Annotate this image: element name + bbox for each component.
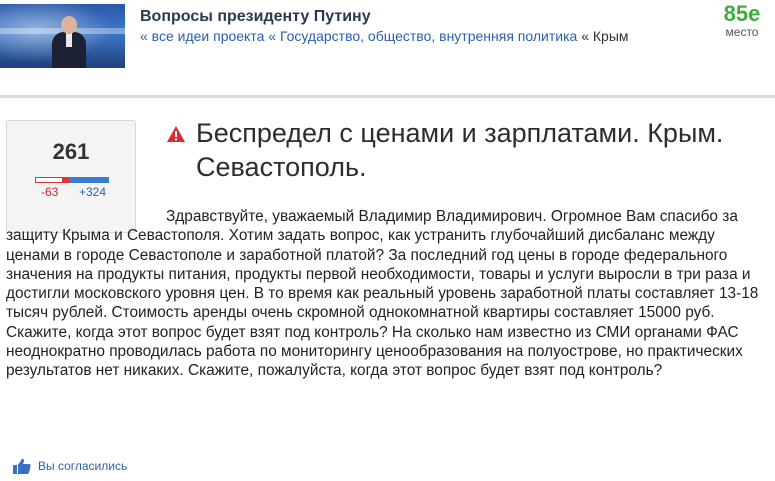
agree-button[interactable]: Вы согласились — [12, 457, 127, 475]
vote-ratio-bar — [35, 177, 109, 183]
breadcrumb: « все идеи проекта « Государство, общест… — [140, 28, 629, 44]
project-title[interactable]: Вопросы президенту Путину — [140, 8, 371, 26]
project-thumbnail[interactable] — [0, 4, 125, 68]
rank-badge: 85е место — [717, 1, 767, 39]
vote-score: 261 — [52, 139, 90, 164]
vote-negative-count: -63 — [41, 185, 59, 199]
rank-value: 85е — [723, 1, 761, 26]
idea-title: Беспредел с ценами и зарплатами. Крым. С… — [196, 118, 724, 182]
vote-positive-count: +324 — [79, 185, 107, 199]
vote-positive-bar[interactable] — [69, 177, 109, 183]
breadcrumb-current: « Крым — [581, 28, 629, 44]
header-divider — [0, 95, 775, 98]
thumbs-up-icon — [13, 458, 31, 474]
warning-icon — [167, 126, 185, 142]
rank-label: место — [725, 25, 759, 39]
thumbnail-person — [52, 16, 86, 68]
idea-body-text: Здравствуйте, уважаемый Владимир Владими… — [6, 208, 759, 380]
idea-body: Здравствуйте, уважаемый Владимир Владими… — [6, 207, 771, 381]
breadcrumb-category[interactable]: « Государство, общество, внутренняя поли… — [268, 28, 577, 44]
agree-label: Вы согласились — [38, 459, 128, 473]
project-header: Вопросы президенту Путину « все идеи про… — [0, 0, 775, 85]
vote-negative-bar[interactable] — [35, 177, 69, 183]
breadcrumb-all-ideas[interactable]: « все идеи проекта — [140, 28, 264, 44]
